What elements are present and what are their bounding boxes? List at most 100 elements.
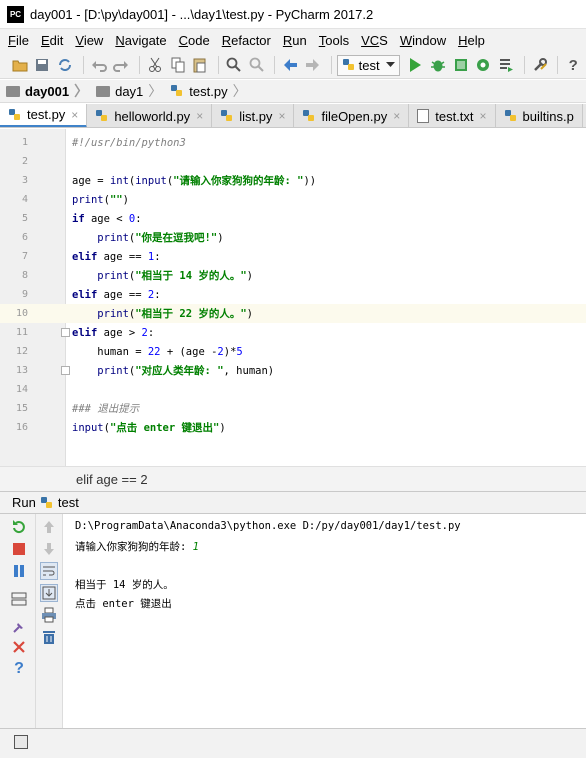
code-line[interactable]: 13 print("对应人类年龄: ", human) — [0, 361, 586, 380]
close-icon[interactable] — [10, 638, 28, 656]
undo-icon[interactable] — [89, 55, 109, 75]
line-number: 12 — [15, 346, 28, 357]
line-number: 4 — [21, 194, 28, 205]
editor-breadcrumb-status: elif age == 2 — [0, 466, 586, 492]
tab-1[interactable]: helloworld.py × — [87, 104, 213, 127]
help-question-icon[interactable]: ? — [10, 660, 28, 678]
coverage-icon[interactable] — [451, 55, 471, 75]
line-number: 7 — [21, 251, 28, 262]
stop-icon[interactable] — [10, 540, 28, 558]
forward-arrow-icon[interactable] — [303, 55, 323, 75]
code-line[interactable]: 15 ### 退出提示 — [0, 399, 586, 418]
breadcrumb-file[interactable]: test.py 〉 — [170, 81, 252, 101]
code-line[interactable]: 7 elif age == 1: — [0, 247, 586, 266]
menu-item-2[interactable]: View — [75, 33, 103, 48]
rerun-icon[interactable] — [10, 518, 28, 536]
code-editor[interactable]: 1 #!/usr/bin/python3 2 3 age = int(input("请输… — [0, 129, 586, 466]
run-config-name[interactable]: test — [58, 495, 79, 510]
redo-icon[interactable] — [112, 55, 132, 75]
menu-item-0[interactable]: File — [8, 33, 29, 48]
folder-icon — [6, 85, 20, 97]
trash-icon[interactable] — [40, 628, 58, 646]
code-line[interactable]: 10 print("相当于 22 岁的人。") — [0, 304, 586, 323]
sync-icon[interactable] — [55, 55, 75, 75]
code-line[interactable]: 8 print("相当于 14 岁的人。") — [0, 266, 586, 285]
code-text: print("相当于 14 岁的人。") — [97, 270, 253, 282]
code-line[interactable]: 11 elif age > 2: — [0, 323, 586, 342]
breadcrumb: day001 〉 day1 〉 test.py 〉 — [0, 80, 586, 103]
tab-3[interactable]: fileOpen.py × — [294, 104, 410, 127]
menu-item-5[interactable]: Refactor — [222, 33, 271, 48]
run-panel-label: Run — [12, 495, 36, 510]
copy-icon[interactable] — [168, 55, 188, 75]
code-text: human = 22 + (age -2)*5 — [72, 345, 243, 358]
save-icon[interactable] — [33, 55, 53, 75]
down-arrow-icon[interactable] — [40, 540, 58, 558]
replace-icon[interactable] — [247, 55, 267, 75]
code-line[interactable]: 12 human = 22 + (age -2)*5 — [0, 342, 586, 361]
debug-icon[interactable] — [428, 55, 448, 75]
python-run-config-icon — [40, 496, 52, 508]
close-icon[interactable]: × — [71, 108, 78, 122]
build-icon[interactable] — [496, 55, 516, 75]
menu-item-1[interactable]: Edit — [41, 33, 63, 48]
print-icon[interactable] — [40, 606, 58, 624]
soft-wrap-icon[interactable] — [40, 562, 58, 580]
menu-item-7[interactable]: Tools — [319, 33, 349, 48]
code-line[interactable]: 4 print("") — [0, 190, 586, 209]
scroll-to-end-icon[interactable] — [40, 584, 58, 602]
fold-marker-icon[interactable] — [61, 328, 70, 337]
line-number: 13 — [15, 365, 28, 376]
tab-4[interactable]: test.txt × — [409, 104, 496, 127]
profile-icon[interactable] — [474, 55, 494, 75]
up-arrow-icon[interactable] — [40, 518, 58, 536]
run-icon[interactable] — [406, 55, 426, 75]
code-line[interactable]: 6 print("你是在逗我吧!") — [0, 228, 586, 247]
code-line[interactable]: 5 if age < 0: — [0, 209, 586, 228]
paste-icon[interactable] — [190, 55, 210, 75]
tab-0[interactable]: test.py × — [0, 104, 88, 127]
menu-item-3[interactable]: Navigate — [115, 33, 166, 48]
fold-marker-icon[interactable] — [61, 366, 70, 375]
console-user-input: 1 — [192, 541, 199, 553]
layout-icon[interactable] — [10, 590, 28, 608]
python-run-config-icon — [342, 59, 354, 70]
code-line[interactable]: 1 #!/usr/bin/python3 — [0, 133, 586, 152]
chevron-right-icon: 〉 — [74, 83, 89, 99]
tool-windows-toggle-icon[interactable] — [14, 735, 28, 749]
back-arrow-icon[interactable] — [280, 55, 300, 75]
menu-item-10[interactable]: Help — [458, 33, 485, 48]
breadcrumb-folder[interactable]: day1 〉 — [96, 81, 168, 101]
menu-item-6[interactable]: Run — [283, 33, 307, 48]
pin-icon[interactable] — [10, 618, 28, 636]
code-line[interactable]: 14 — [0, 380, 586, 399]
menu-item-9[interactable]: Window — [400, 33, 446, 48]
chevron-down-icon — [385, 62, 395, 67]
code-line[interactable]: 9 elif age == 2: — [0, 285, 586, 304]
close-icon[interactable]: × — [196, 109, 203, 123]
tab-label: list.py — [239, 108, 273, 124]
close-icon[interactable]: × — [278, 109, 285, 123]
menu-item-8[interactable]: VCS — [361, 33, 388, 48]
help-icon[interactable]: ? — [563, 55, 583, 75]
menu-item-4[interactable]: Code — [179, 33, 210, 48]
close-icon[interactable]: × — [393, 109, 400, 123]
code-line[interactable]: 16 input("点击 enter 键退出") — [0, 418, 586, 437]
code-line[interactable]: 2 — [0, 152, 586, 171]
tab-2[interactable]: list.py × — [212, 104, 295, 127]
toolbar-separator — [274, 56, 276, 74]
run-console-output[interactable]: D:\ProgramData\Anaconda3\python.exe D:/p… — [63, 514, 586, 728]
pause-icon[interactable] — [10, 562, 28, 580]
cut-icon[interactable] — [145, 55, 165, 75]
line-number: 16 — [15, 422, 28, 433]
run-config-label: test — [358, 57, 380, 73]
editor-tabs: test.py × helloworld.py × list.py × fileOpen.p… — [0, 104, 586, 128]
close-icon[interactable]: × — [480, 109, 487, 123]
breadcrumb-project[interactable]: day001 〉 — [6, 81, 94, 101]
tab-5[interactable]: builtins.p — [495, 104, 583, 127]
settings-wrench-icon[interactable] — [530, 55, 550, 75]
search-icon[interactable] — [224, 55, 244, 75]
run-configuration-select[interactable]: test — [336, 54, 400, 76]
open-folder-icon[interactable] — [10, 55, 30, 75]
code-line[interactable]: 3 age = int(input("请输入你家狗狗的年龄: ")) — [0, 171, 586, 190]
